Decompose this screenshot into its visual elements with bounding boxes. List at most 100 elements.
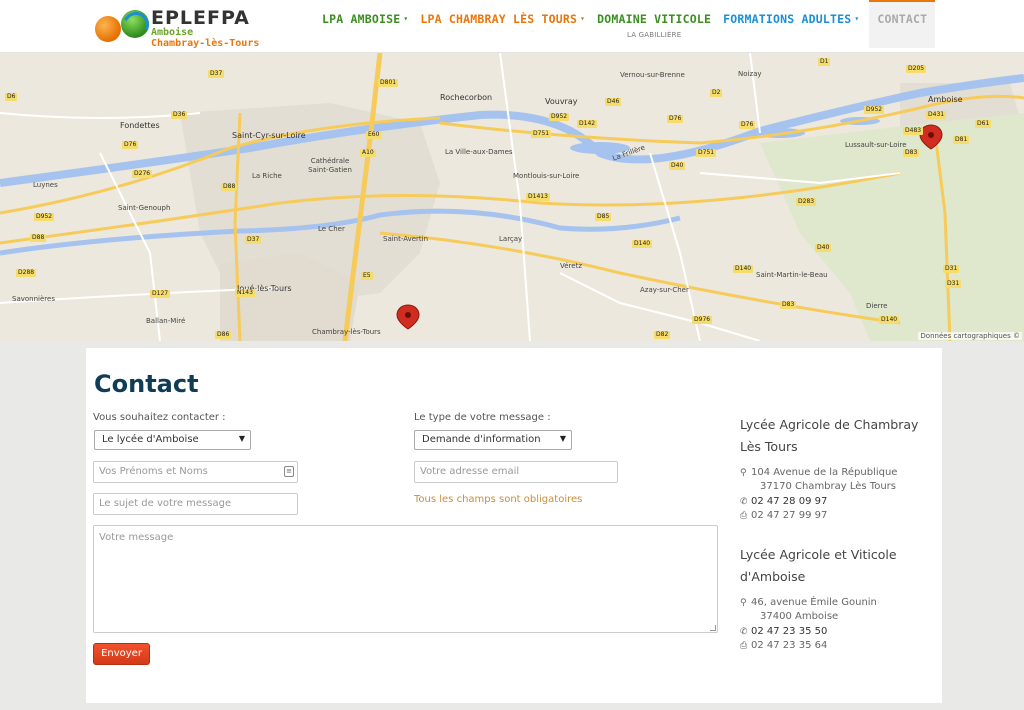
map-road-label: D76	[667, 115, 684, 123]
site-phone-line[interactable]: ✆ 02 47 28 09 97	[740, 495, 827, 509]
fax-number: 02 47 23 35 64	[751, 640, 828, 651]
map-city-label: Cathédrale Saint-Gatien	[308, 157, 352, 174]
map-road-label: D952	[549, 113, 570, 121]
map-road-label: D276	[132, 170, 153, 178]
map-road-label: D81	[953, 136, 970, 144]
dropdown-arrow-icon: ▼	[559, 434, 566, 443]
map-road-label: D83	[903, 149, 920, 157]
map-marker-icon: ⚲	[740, 468, 747, 478]
site-fax-line: ⎙ 02 47 27 99 97	[740, 509, 827, 523]
phone-number: 02 47 28 09 97	[751, 496, 828, 507]
map-road-label: D76	[122, 141, 139, 149]
map-city-label: Saint-Genouph	[118, 204, 171, 212]
map-road-label: D31	[945, 280, 962, 288]
nav-item-domaine-viticole[interactable]: DOMAINE VITICOLE LA GABILLIÈRE	[591, 0, 717, 48]
fax-number: 02 47 27 99 97	[751, 510, 828, 521]
nav-item-lpa-amboise[interactable]: LPA AMBOISE ▾	[316, 0, 414, 48]
map-city-label: Rochecorbon	[440, 93, 493, 102]
recipient-label: Vous souhaitez contacter :	[93, 412, 226, 423]
map-road-label: D431	[926, 111, 947, 119]
site-address-line: ⚲ 46, avenue Émile Gounin	[740, 596, 877, 610]
map-city-label: Noizay	[738, 70, 762, 78]
map-road-label: A10	[360, 149, 376, 157]
map-road-label: D952	[34, 213, 55, 221]
phone-icon: ✆	[740, 627, 748, 637]
map-road-label: D36	[171, 111, 188, 119]
map-road-label: D801	[378, 79, 399, 87]
map-city-label: Lussault-sur-Loire	[845, 141, 907, 149]
map-city-label: Saint-Avertin	[383, 235, 429, 243]
recipient-select-value: Le lycée d'Amboise	[102, 434, 199, 445]
site-header: EPLEFPA Amboise Chambray-lès-Tours LPA A…	[0, 0, 1024, 53]
map-road-label: D88	[221, 183, 238, 191]
site-logo[interactable]: EPLEFPA Amboise Chambray-lès-Tours	[93, 8, 273, 50]
send-button[interactable]: Envoyer	[93, 643, 150, 665]
map-city-label: La Ville-aux-Dames	[445, 148, 513, 156]
dropdown-arrow-icon: ▼	[238, 434, 245, 443]
map-road-label: D127	[150, 290, 171, 298]
map-road-label: D751	[531, 130, 552, 138]
address-street: 46, avenue Émile Gounin	[751, 597, 877, 608]
printer-icon: ⎙	[740, 641, 748, 651]
map-marker-chambray-icon	[396, 304, 420, 330]
chevron-down-icon: ▾	[580, 14, 586, 23]
map-road-label: E60	[366, 131, 382, 139]
map-road-label: D61	[975, 120, 992, 128]
map-road-label: D483	[903, 127, 924, 135]
map-road-label: E5	[361, 272, 373, 280]
nav-item-formations-adultes[interactable]: FORMATIONS ADULTES ▾	[717, 0, 865, 48]
nav-item-contact[interactable]: CONTACT	[869, 0, 936, 48]
message-placeholder: Votre message	[99, 532, 174, 543]
map-road-label: D31	[943, 265, 960, 273]
map-city-label: Chambray-lès-Tours	[312, 328, 381, 336]
map-road-label: D140	[879, 316, 900, 324]
map-road-label: D83	[780, 301, 797, 309]
map-road-label: D2	[710, 89, 723, 97]
message-type-value: Demande d'information	[422, 434, 541, 445]
site-title-amboise: Lycée Agricole et Viticole d'Amboise	[740, 547, 897, 584]
message-type-select[interactable]: Demande d'information ▼	[414, 430, 572, 450]
name-input-placeholder: Vos Prénoms et Noms	[99, 466, 208, 477]
map-road-label: D40	[815, 244, 832, 252]
nav-label: DOMAINE VITICOLE	[597, 12, 712, 26]
map-road-label: D6	[5, 93, 18, 101]
printer-icon: ⎙	[740, 511, 748, 521]
address-city: 37400 Amboise	[760, 611, 839, 622]
map-road-label: D140	[733, 265, 754, 273]
chevron-down-icon: ▾	[854, 14, 860, 23]
map-road-label: D88	[30, 234, 47, 242]
map-city-label: Véretz	[560, 262, 583, 270]
map-city-label: La Riche	[252, 172, 282, 180]
nav-item-lpa-chambray[interactable]: LPA CHAMBRAY LÈS TOURS ▾	[414, 0, 591, 48]
map-road-label: N143	[235, 289, 255, 297]
map-road-label: D1	[818, 58, 831, 66]
name-input[interactable]: Vos Prénoms et Noms ≡	[93, 461, 298, 483]
email-input[interactable]: Votre adresse email	[414, 461, 618, 483]
phone-icon: ✆	[740, 497, 748, 507]
email-input-placeholder: Votre adresse email	[420, 466, 520, 477]
map-city-label: Saint-Cyr-sur-Loire	[232, 131, 306, 140]
map-city-label: Amboise	[928, 95, 963, 104]
map-road-label: D76	[739, 121, 756, 129]
brand-subtitle-amboise: Amboise	[151, 27, 194, 38]
subject-input[interactable]: Le sujet de votre message	[93, 493, 298, 515]
map-road-label: D86	[215, 331, 232, 339]
resize-handle-icon[interactable]	[710, 625, 716, 631]
recipient-select[interactable]: Le lycée d'Amboise ▼	[94, 430, 251, 450]
page-title: Contact	[94, 370, 199, 398]
map-road-label: D85	[595, 213, 612, 221]
nav-label: LPA CHAMBRAY LÈS TOURS	[420, 12, 578, 26]
site-address-line: ⚲ 104 Avenue de la République	[740, 466, 897, 480]
map-city-label: Saint-Martin-le-Beau	[756, 271, 828, 279]
chevron-down-icon: ▾	[403, 14, 409, 23]
autofill-card-icon: ≡	[284, 466, 294, 477]
map-marker-icon: ⚲	[740, 598, 747, 608]
site-phone-line[interactable]: ✆ 02 47 23 35 50	[740, 625, 827, 639]
map-road-label: D40	[669, 162, 686, 170]
map-city-label: Luynes	[33, 181, 58, 189]
map-city-label: Le Cher	[318, 225, 345, 233]
location-map[interactable]: Fondettes Saint-Cyr-sur-Loire Rochecorbo…	[0, 53, 1024, 341]
map-road-label: D952	[864, 106, 885, 114]
map-city-label: Vouvray	[545, 97, 578, 106]
message-textarea[interactable]: Votre message	[93, 525, 718, 633]
